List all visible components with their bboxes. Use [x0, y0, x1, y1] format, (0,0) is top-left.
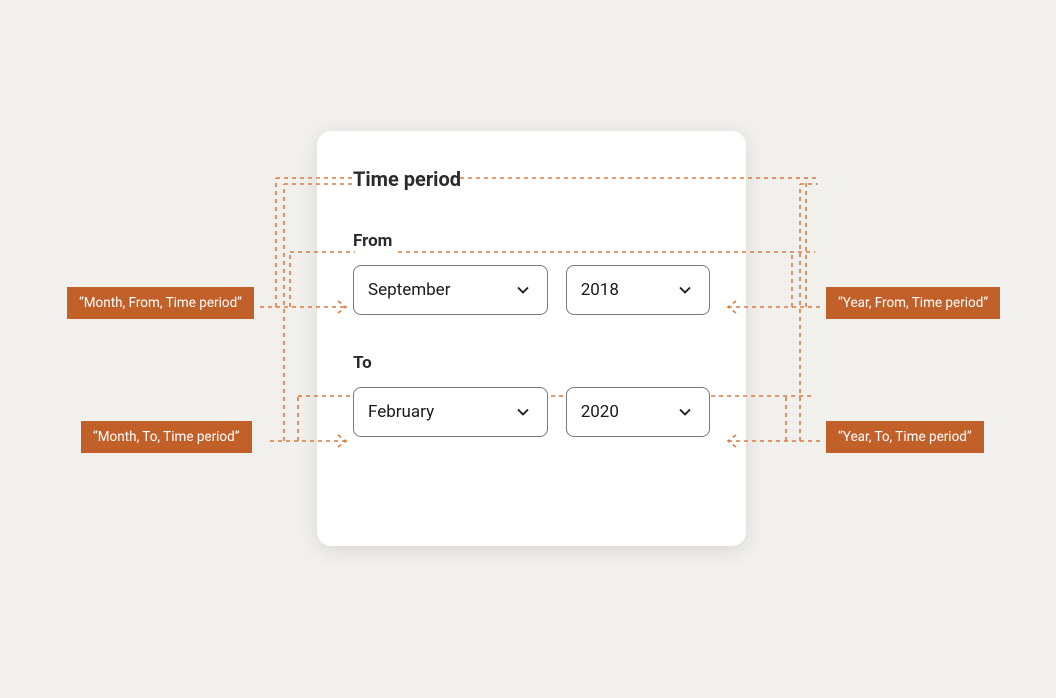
- from-year-value: 2018: [581, 280, 619, 300]
- from-label: From: [353, 231, 392, 251]
- chevron-down-icon: [513, 280, 533, 300]
- chevron-down-icon: [513, 402, 533, 422]
- card-title: Time period: [353, 167, 461, 191]
- annotation-month-from: “Month, From, Time period”: [67, 287, 254, 319]
- to-year-select[interactable]: 2020: [566, 387, 710, 437]
- to-month-value: February: [368, 402, 434, 422]
- from-year-select[interactable]: 2018: [566, 265, 710, 315]
- annotation-year-from: “Year, From, Time period”: [826, 287, 1000, 319]
- to-label: To: [353, 353, 372, 373]
- to-row: February 2020: [353, 387, 710, 437]
- from-row: September 2018: [353, 265, 710, 315]
- time-period-card: Time period From September 2018 To Febru…: [317, 131, 746, 546]
- annotation-month-to: “Month, To, Time period”: [81, 421, 252, 453]
- from-month-select[interactable]: September: [353, 265, 548, 315]
- to-month-select[interactable]: February: [353, 387, 548, 437]
- from-group: From September 2018: [353, 231, 710, 315]
- annotation-year-to: “Year, To, Time period”: [826, 421, 984, 453]
- from-month-value: September: [368, 280, 450, 300]
- chevron-down-icon: [675, 402, 695, 422]
- to-year-value: 2020: [581, 402, 619, 422]
- to-group: To February 2020: [353, 353, 710, 437]
- chevron-down-icon: [675, 280, 695, 300]
